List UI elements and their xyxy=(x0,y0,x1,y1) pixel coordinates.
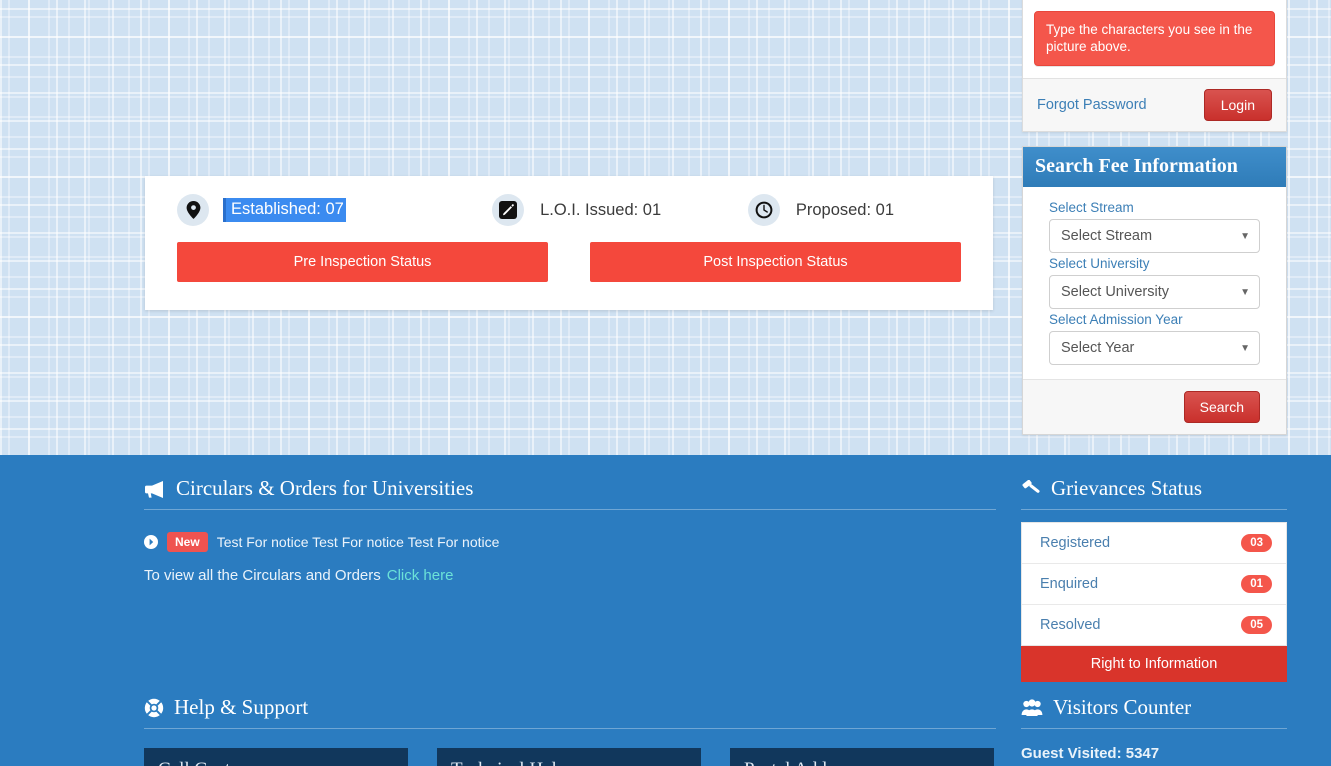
help-support-section: Help & Support Call Center Technical Hel… xyxy=(144,695,996,766)
chevron-down-icon: ▼ xyxy=(1240,342,1250,354)
stat-proposed: Proposed: 01 xyxy=(747,194,961,226)
click-here-link[interactable]: Click here xyxy=(387,567,454,584)
inspection-buttons-row: Pre Inspection Status Post Inspection St… xyxy=(145,226,993,282)
grievance-label: Enquired xyxy=(1040,576,1099,592)
pre-inspection-status-button[interactable]: Pre Inspection Status xyxy=(177,242,548,282)
users-group-icon xyxy=(1021,698,1043,717)
stat-proposed-value: Proposed: 01 xyxy=(795,200,894,219)
select-year-dropdown[interactable]: Select Year ▼ xyxy=(1049,331,1260,365)
grievance-count: 03 xyxy=(1241,534,1272,552)
help-support-title: Help & Support xyxy=(174,695,309,719)
fee-panel-footer: Search xyxy=(1023,379,1286,434)
pencil-edit-icon xyxy=(492,194,525,226)
help-card-title: Technical Help xyxy=(451,759,687,766)
grievance-label: Resolved xyxy=(1040,617,1101,633)
help-card-call-center[interactable]: Call Center xyxy=(144,748,408,766)
help-card-title: Postal Address xyxy=(744,759,980,766)
select-admission-year-label: Select Admission Year xyxy=(1049,312,1183,327)
stat-established-value: Established: 07 xyxy=(223,198,346,222)
stat-established: Established: 07 xyxy=(177,194,492,226)
map-pin-icon xyxy=(177,194,209,226)
grievance-item-resolved[interactable]: Resolved 05 xyxy=(1022,605,1286,645)
circulars-section: Circulars & Orders for Universities New … xyxy=(144,476,996,584)
footer-section: Circulars & Orders for Universities New … xyxy=(0,455,1331,766)
view-all-text: To view all the Circulars and Orders xyxy=(144,567,381,584)
clock-icon xyxy=(747,194,780,226)
stat-loi-issued: L.O.I. Issued: 01 xyxy=(492,194,748,226)
help-card-title: Call Center xyxy=(158,759,394,766)
circulars-title: Circulars & Orders for Universities xyxy=(176,476,474,500)
login-panel-footer: Forgot Password Login xyxy=(1023,78,1286,131)
notice-item[interactable]: New Test For notice Test For notice Test… xyxy=(144,532,996,552)
select-stream-dropdown[interactable]: Select Stream ▼ xyxy=(1049,219,1260,253)
chevron-down-icon: ▼ xyxy=(1240,230,1250,242)
select-university-label: Select University xyxy=(1049,256,1150,271)
help-support-heading: Help & Support xyxy=(144,695,996,729)
captcha-error-message: Type the characters you see in the pictu… xyxy=(1034,11,1275,66)
grievances-list: Registered 03 Enquired 01 Resolved 05 xyxy=(1021,522,1287,646)
login-panel: Type the characters you see in the pictu… xyxy=(1022,0,1287,132)
grievance-item-enquired[interactable]: Enquired 01 xyxy=(1022,564,1286,605)
gavel-icon xyxy=(1021,479,1041,498)
circulars-heading: Circulars & Orders for Universities xyxy=(144,476,996,510)
select-university-dropdown[interactable]: Select University ▼ xyxy=(1049,275,1260,309)
fee-panel-body: Select Stream Select Stream ▼ Select Uni… xyxy=(1023,187,1286,379)
stats-row: Established: 07 L.O.I. Issued: 01 Propos… xyxy=(145,176,993,226)
footer-inner: Circulars & Orders for Universities New … xyxy=(0,455,1331,766)
grievance-item-registered[interactable]: Registered 03 xyxy=(1022,523,1286,564)
megaphone-icon xyxy=(144,480,166,498)
login-button[interactable]: Login xyxy=(1203,89,1272,121)
grievance-count: 05 xyxy=(1241,616,1272,634)
forgot-password-link[interactable]: Forgot Password xyxy=(1037,97,1147,113)
select-stream-label: Select Stream xyxy=(1049,200,1134,215)
select-year-value: Select Year xyxy=(1061,340,1135,356)
right-to-information-button[interactable]: Right to Information xyxy=(1021,646,1287,682)
circle-arrow-right-icon xyxy=(144,535,158,549)
help-cards-row: Call Center Technical Help Postal Addres… xyxy=(144,748,996,766)
select-stream-value: Select Stream xyxy=(1061,228,1153,244)
search-button[interactable]: Search xyxy=(1183,391,1260,423)
grievances-heading: Grievances Status xyxy=(1021,476,1287,510)
visitors-counter-title: Visitors Counter xyxy=(1053,695,1192,719)
search-fee-information-panel: Search Fee Information Select Stream Sel… xyxy=(1022,146,1287,435)
madhya-pradesh-district-map: JHABUA DHAR DEWAS HOSHANGABAD MANDLA SEO… xyxy=(250,0,810,130)
grievance-label: Registered xyxy=(1040,535,1111,551)
stat-loi-issued-value: L.O.I. Issued: 01 xyxy=(540,200,662,219)
grievances-title: Grievances Status xyxy=(1051,476,1203,500)
university-stats-card: Established: 07 L.O.I. Issued: 01 Propos… xyxy=(145,176,993,310)
chevron-down-icon: ▼ xyxy=(1240,286,1250,298)
visitors-counter-section: Visitors Counter Guest Visited: 5347 xyxy=(1021,695,1287,762)
page-root: JHABUA DHAR DEWAS HOSHANGABAD MANDLA SEO… xyxy=(0,0,1331,766)
post-inspection-status-button[interactable]: Post Inspection Status xyxy=(590,242,961,282)
grievance-count: 01 xyxy=(1241,575,1272,593)
visitors-counter-heading: Visitors Counter xyxy=(1021,695,1287,729)
map-svg: JHABUA DHAR DEWAS HOSHANGABAD MANDLA SEO… xyxy=(250,0,810,130)
notice-text: Test For notice Test For notice Test For… xyxy=(216,534,500,550)
guest-visited-count: Guest Visited: 5347 xyxy=(1021,745,1160,762)
view-all-circulars-row: To view all the Circulars and Orders Clic… xyxy=(144,567,996,584)
select-university-value: Select University xyxy=(1061,284,1169,300)
life-ring-icon xyxy=(144,698,164,718)
help-card-technical-help[interactable]: Technical Help xyxy=(437,748,701,766)
fee-panel-title: Search Fee Information xyxy=(1023,147,1286,187)
new-badge: New xyxy=(167,532,208,552)
help-card-postal-address[interactable]: Postal Address xyxy=(730,748,994,766)
grievances-status-section: Grievances Status Registered 03 Enquired… xyxy=(1021,476,1287,682)
